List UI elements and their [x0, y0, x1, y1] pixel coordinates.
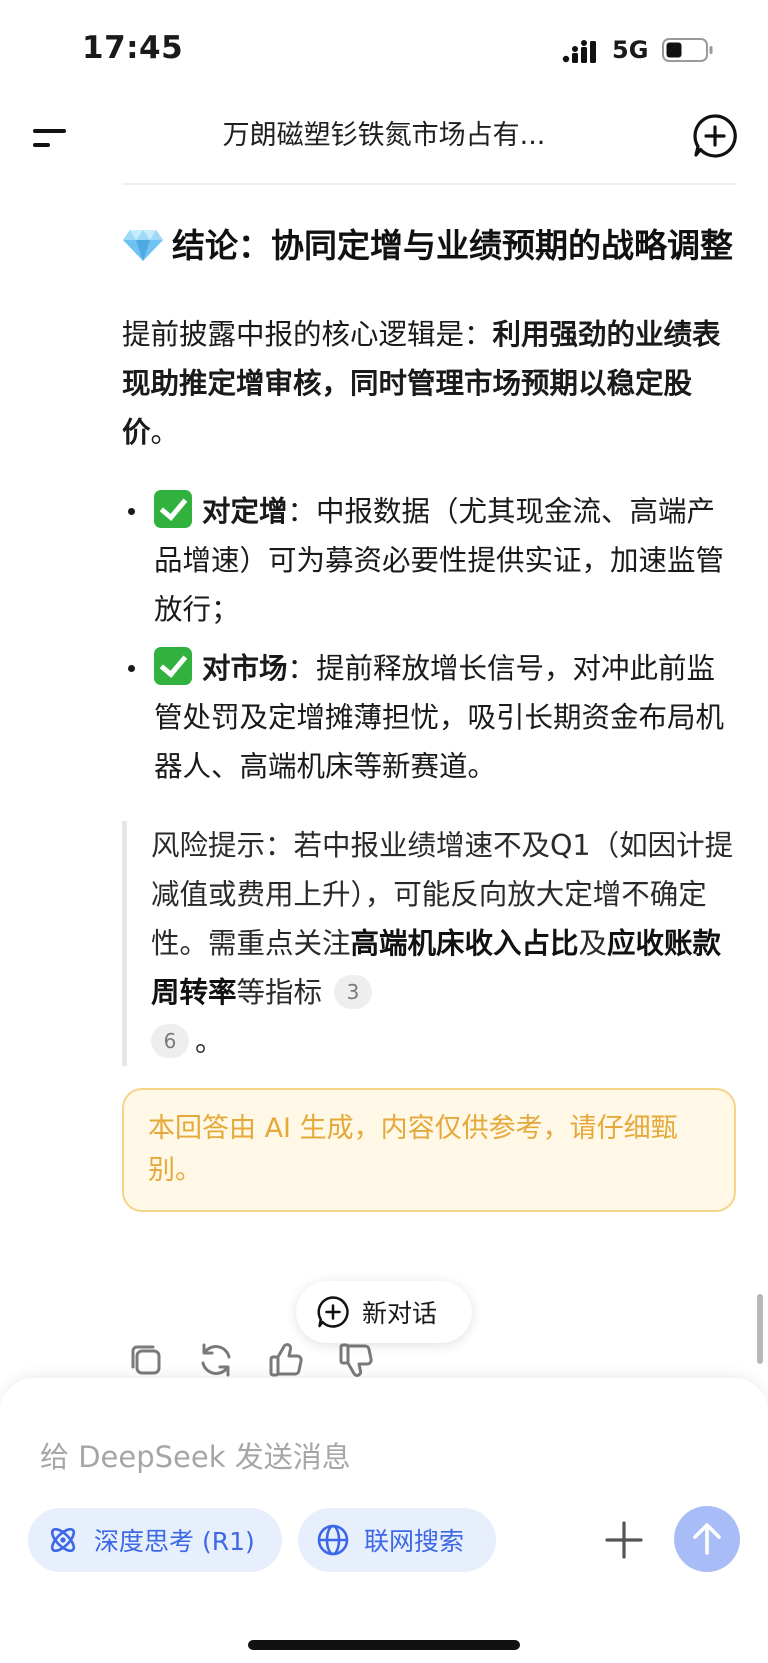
bullet-label: 对定增 — [202, 495, 288, 528]
home-indicator — [248, 1640, 520, 1650]
citation-badge[interactable]: 6 — [151, 1024, 189, 1058]
list-item: 对市场：提前释放增长信号，对冲此前监管处罚及定增摊薄担忧，吸引长期资金布局机器人… — [122, 644, 736, 791]
battery-icon — [662, 38, 713, 62]
deep-think-toggle[interactable]: 深度思考 (R1) — [28, 1508, 282, 1572]
check-icon — [154, 647, 192, 685]
header-divider — [122, 183, 736, 185]
new-chat-icon — [317, 1296, 349, 1328]
chat-title: 万朗磁塑钐铁氮市场占有... — [222, 120, 546, 151]
web-search-label: 联网搜索 — [364, 1527, 465, 1556]
risk-end: 。 — [195, 1025, 224, 1058]
message-input[interactable]: 给 DeepSeek 发送消息 — [40, 1434, 351, 1476]
list-item: 对定增：中报数据（尤其现金流、高端产品增速）可为募资必要性提供实证，加速监管放行… — [122, 487, 736, 634]
atom-icon — [50, 1527, 76, 1553]
new-chat-label: 新对话 — [362, 1299, 438, 1328]
status-bar: 17:45 5G — [0, 0, 768, 100]
send-arrow-icon — [693, 1523, 721, 1555]
bullet-dot — [128, 508, 135, 515]
signal-icon — [562, 40, 596, 63]
heading-text: 结论：协同定增与业绩预期的战略调整 — [172, 226, 733, 265]
globe-icon — [317, 1524, 349, 1556]
bullet-label: 对市场 — [202, 652, 288, 685]
citation-badge[interactable]: 3 — [334, 975, 373, 1009]
risk-blockquote: 风险提示：若中报业绩增速不及Q1（如因计提减值或费用上升），可能反向放大定增不确… — [122, 821, 736, 1066]
menu-icon[interactable] — [28, 118, 72, 158]
intro-prefix: 提前披露中报的核心逻辑是： — [122, 318, 493, 351]
send-button[interactable] — [674, 1506, 740, 1572]
gem-icon — [123, 230, 163, 261]
regenerate-icon[interactable] — [196, 1340, 236, 1380]
assistant-message: 结论：协同定增与业绩预期的战略调整 提前披露中报的核心逻辑是：利用强劲的业绩表现… — [122, 220, 736, 1212]
conclusion-heading: 结论：协同定增与业绩预期的战略调整 — [122, 220, 736, 272]
network-type: 5G — [612, 36, 649, 64]
thumbs-down-icon[interactable] — [336, 1340, 376, 1380]
scrollbar[interactable] — [757, 1294, 763, 1364]
status-time: 17:45 — [82, 30, 184, 66]
risk-mid: 及 — [578, 927, 608, 960]
copy-icon[interactable] — [126, 1340, 166, 1380]
new-chat-icon[interactable] — [692, 113, 738, 159]
intro-paragraph: 提前披露中报的核心逻辑是：利用强劲的业绩表现助推定增审核，同时管理市场预期以稳定… — [122, 310, 736, 457]
thumbs-up-icon[interactable] — [266, 1340, 306, 1380]
deep-think-label: 深度思考 (R1) — [94, 1527, 255, 1556]
bullet-dot — [128, 665, 135, 672]
composer: 给 DeepSeek 发送消息 深度思考 (R1) 联网搜索 — [0, 1378, 768, 1663]
chat-header: 万朗磁塑钐铁氮市场占有... — [0, 100, 768, 184]
intro-suffix: 。 — [150, 416, 180, 449]
check-icon — [154, 490, 192, 528]
bullet-list: 对定增：中报数据（尤其现金流、高端产品增速）可为募资必要性提供实证，加速监管放行… — [122, 487, 736, 791]
plus-icon[interactable] — [602, 1518, 646, 1562]
web-search-toggle[interactable]: 联网搜索 — [298, 1508, 496, 1572]
ai-disclaimer: 本回答由 AI 生成，内容仅供参考，请仔细甄别。 — [122, 1088, 736, 1212]
new-chat-button[interactable]: 新对话 — [296, 1281, 472, 1343]
risk-bold-1: 高端机床收入占比 — [350, 927, 579, 960]
risk-suffix: 等指标 — [236, 976, 323, 1009]
